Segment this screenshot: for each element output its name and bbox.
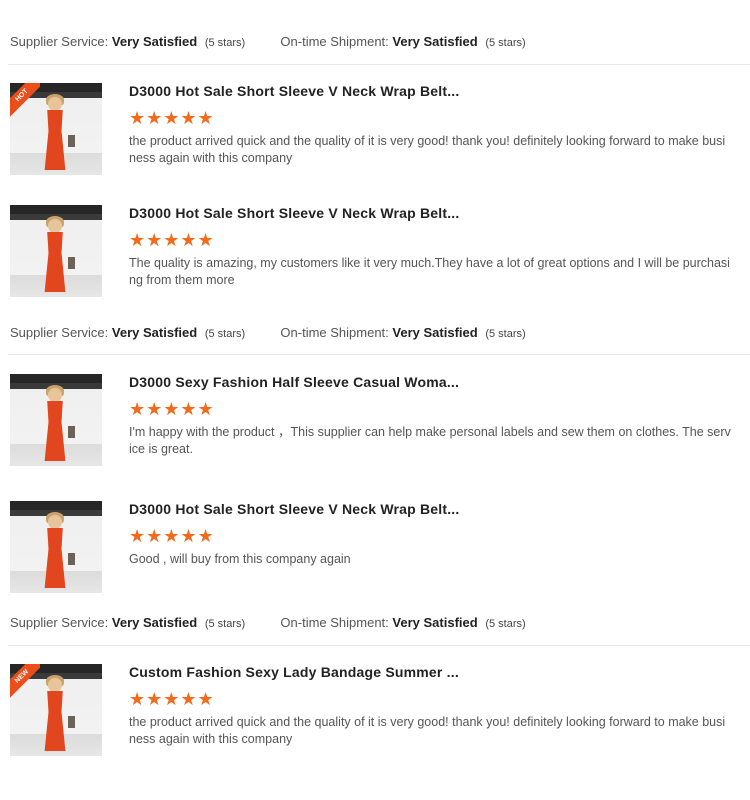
product-thumbnail[interactable] [10,374,102,466]
shipment-value: Very Satisfied [392,34,478,49]
star-rating: ★★★★★ [129,689,215,709]
product-title-link[interactable]: D3000 Hot Sale Short Sleeve V Neck Wrap … [129,83,460,99]
supplier-service-value: Very Satisfied [111,615,198,630]
product-thumbnail[interactable] [10,205,102,297]
product-thumbnail[interactable] [10,501,102,593]
star-rating: ★★★★★ [129,230,215,250]
rating-summary: Supplier Service: Very Satisfied (5 star… [10,325,526,340]
divider [8,64,750,65]
hot-badge: HOT [10,83,40,119]
shipment-count: (5 stars) [485,37,526,49]
shipment-label: On-time Shipment: [280,615,389,630]
review-item: D3000 Sexy Fashion Half Sleeve Casual Wo… [0,374,750,494]
shipment-count: (5 stars) [485,618,526,630]
divider [8,645,750,646]
shipment-value: Very Satisfied [392,325,478,340]
rating-summary: Supplier Service: Very Satisfied (5 star… [10,615,526,630]
supplier-service-label: Supplier Service: [10,34,109,49]
shipment-value: Very Satisfied [392,615,478,630]
product-title-link[interactable]: D3000 Sexy Fashion Half Sleeve Casual Wo… [129,374,459,390]
new-badge: NEW [10,664,40,700]
review-comment: I'm happy with the product ，This supplie… [129,425,731,456]
shipment-count: (5 stars) [485,328,526,340]
review-item: NEW Custom Fashion Sexy Lady Bandage Sum… [0,664,750,784]
divider [8,354,750,355]
supplier-service-label: Supplier Service: [10,615,109,630]
supplier-service-count: (5 stars) [204,618,246,630]
shipment-label: On-time Shipment: [280,325,389,340]
star-rating: ★★★★★ [129,399,215,419]
supplier-service-value: Very Satisfied [111,34,198,49]
review-comment: the product arrived quick and the qualit… [129,715,726,746]
supplier-service-label: Supplier Service: [10,325,109,340]
shipment-label: On-time Shipment: [280,34,389,49]
review-item: D3000 Hot Sale Short Sleeve V Neck Wrap … [0,501,750,621]
supplier-service-count: (5 stars) [204,328,246,340]
supplier-service-count: (5 stars) [204,37,246,49]
review-comment: Good , will buy from this company again [129,552,351,566]
rating-summary: Supplier Service: Very Satisfied (5 star… [10,34,526,49]
star-rating: ★★★★★ [129,526,215,546]
review-comment: the product arrived quick and the qualit… [129,134,726,165]
product-thumbnail[interactable]: NEW [10,664,102,756]
product-title-link[interactable]: D3000 Hot Sale Short Sleeve V Neck Wrap … [129,205,460,221]
star-rating: ★★★★★ [129,108,215,128]
review-item: D3000 Hot Sale Short Sleeve V Neck Wrap … [0,205,750,325]
supplier-service-value: Very Satisfied [111,325,198,340]
review-item: HOT D3000 Hot Sale Short Sleeve V Neck W… [0,83,750,203]
review-comment: The quality is amazing, my customers lik… [129,256,730,287]
product-thumbnail[interactable]: HOT [10,83,102,175]
product-title-link[interactable]: Custom Fashion Sexy Lady Bandage Summer … [129,664,459,680]
product-title-link[interactable]: D3000 Hot Sale Short Sleeve V Neck Wrap … [129,501,460,517]
